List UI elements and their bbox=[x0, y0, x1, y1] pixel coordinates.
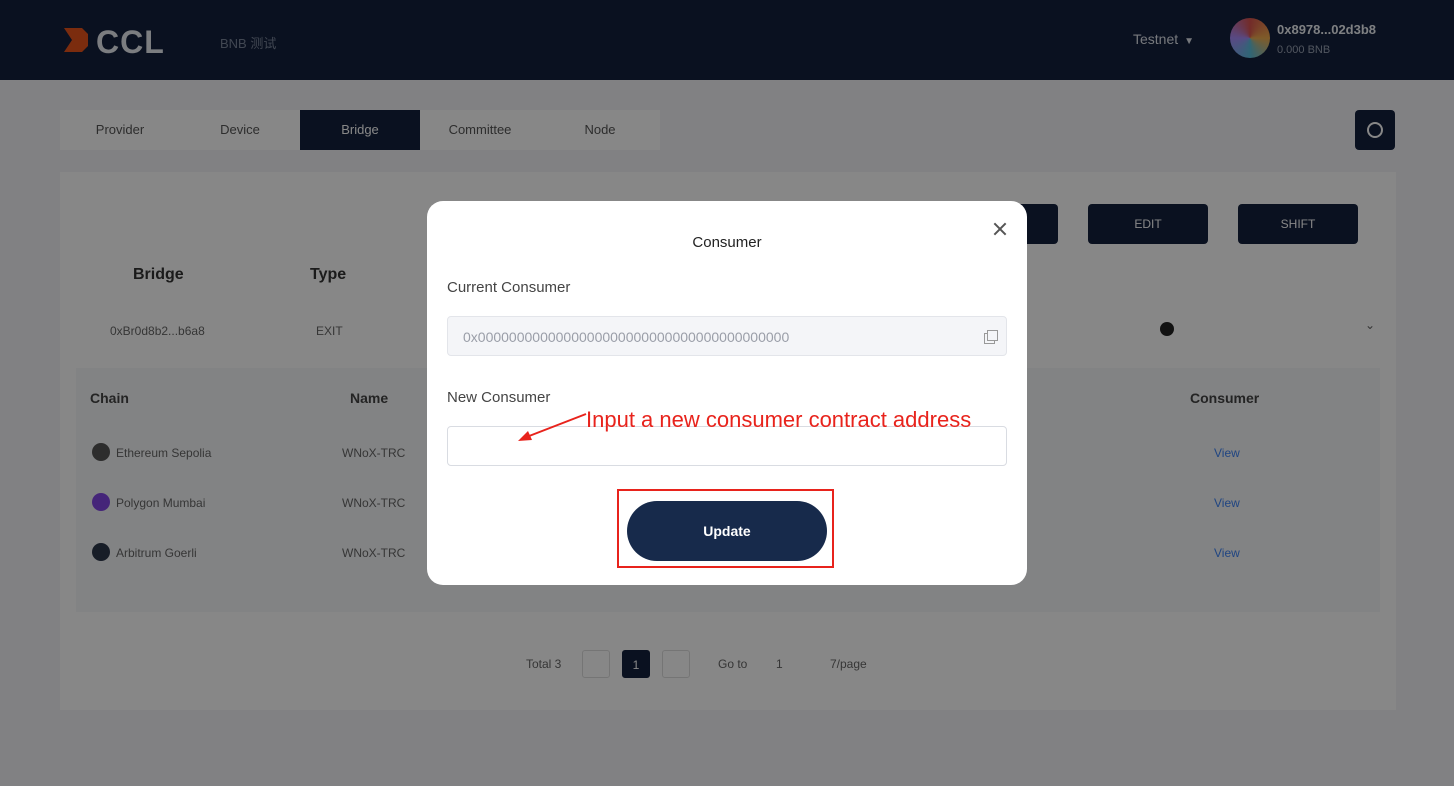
annotation-text: Input a new consumer contract address bbox=[586, 407, 972, 432]
new-consumer-label: New Consumer bbox=[447, 389, 551, 406]
copy-icon[interactable] bbox=[984, 330, 998, 344]
current-consumer-field: 0x00000000000000000000000000000000000000… bbox=[447, 316, 1007, 356]
current-consumer-label: Current Consumer bbox=[447, 279, 571, 296]
dialog-title: Consumer bbox=[692, 234, 762, 251]
annotation-arrow-icon bbox=[518, 413, 587, 441]
close-icon[interactable] bbox=[990, 219, 1010, 239]
annotation-highlight-box bbox=[617, 489, 834, 568]
current-consumer-value: 0x00000000000000000000000000000000000000… bbox=[463, 329, 790, 345]
